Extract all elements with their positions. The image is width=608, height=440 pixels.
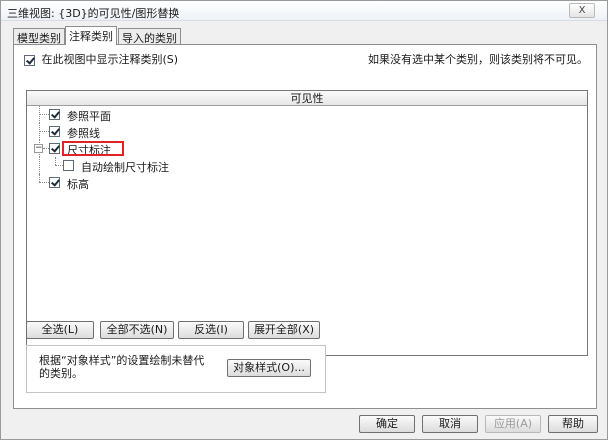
visibility-graphics-dialog: 三维视图: {3D}的可见性/图形替换 X 模型类别 注释类别 导入的类别 在此… — [0, 0, 608, 440]
close-button[interactable]: X — [569, 3, 595, 18]
object-styles-group: 根据“对象样式”的设置绘制未替代的类别。 对象样式(O)... — [26, 345, 326, 393]
tree-line — [39, 182, 49, 183]
tree-row-reference-planes[interactable]: 参照平面 — [27, 106, 587, 123]
collapse-icon[interactable]: − — [34, 144, 43, 153]
annotation-categories-panel: 在此视图中显示注释类别(S) 如果没有选中某个类别，则该类别将不可见。 可见性 … — [13, 44, 597, 409]
close-icon: X — [578, 5, 586, 16]
dimensions-checkbox[interactable] — [49, 143, 60, 154]
levels-checkbox[interactable] — [49, 177, 60, 188]
tree-row-auto-dimensions[interactable]: 自动绘制尺寸标注 — [27, 157, 587, 174]
window-title: 三维视图: {3D}的可见性/图形替换 — [7, 7, 180, 20]
tab-model-categories[interactable]: 模型类别 — [13, 28, 65, 45]
levels-label: 标高 — [67, 178, 89, 191]
invert-selection-button[interactable]: 反选(I) — [178, 321, 244, 339]
tree-row-reference-lines[interactable]: 参照线 — [27, 123, 587, 140]
tab-annotation-categories[interactable]: 注释类别 — [65, 26, 117, 45]
tab-imported-categories[interactable]: 导入的类别 — [118, 28, 181, 45]
reference-planes-label: 参照平面 — [67, 110, 111, 123]
tree-line — [39, 131, 49, 132]
tree-line — [39, 174, 40, 182]
ok-button[interactable]: 确定 — [359, 415, 415, 433]
auto-dimensions-label: 自动绘制尺寸标注 — [81, 161, 169, 174]
visibility-tree: 可见性 参照平面 参照线 − 尺寸标注 自动绘制尺寸标注 标高 — [26, 90, 588, 356]
expand-all-button[interactable]: 展开全部(X) — [248, 321, 320, 339]
reference-planes-checkbox[interactable] — [49, 109, 60, 120]
help-button[interactable]: 帮助 — [548, 415, 598, 433]
apply-button[interactable]: 应用(A) — [485, 415, 541, 433]
auto-dimensions-checkbox[interactable] — [63, 160, 74, 171]
visibility-hint: 如果没有选中某个类别，则该类别将不可见。 — [368, 53, 588, 66]
reference-lines-label: 参照线 — [67, 127, 100, 140]
tree-row-levels[interactable]: 标高 — [27, 174, 587, 191]
tree-row-dimensions[interactable]: − 尺寸标注 — [27, 140, 587, 157]
tree-line — [55, 165, 63, 166]
dialog-footer: 确定 取消 应用(A) 帮助 — [1, 411, 607, 439]
show-annotation-categories[interactable]: 在此视图中显示注释类别(S) — [24, 51, 178, 67]
cancel-button[interactable]: 取消 — [422, 415, 478, 433]
highlight-box — [62, 141, 124, 156]
title-bar: 三维视图: {3D}的可见性/图形替换 X — [1, 1, 607, 21]
tree-line — [55, 157, 56, 165]
tree-line — [39, 157, 40, 174]
tab-label: 注释类别 — [69, 30, 113, 43]
reference-lines-checkbox[interactable] — [49, 126, 60, 137]
select-all-button[interactable]: 全选(L) — [26, 321, 94, 339]
tree-line — [39, 114, 49, 115]
show-annotation-categories-checkbox[interactable] — [24, 54, 35, 66]
visibility-column-header[interactable]: 可见性 — [27, 91, 587, 106]
object-styles-button[interactable]: 对象样式(O)... — [227, 359, 311, 377]
select-none-button[interactable]: 全部不选(N) — [100, 321, 174, 339]
show-annotation-categories-label: 在此视图中显示注释类别(S) — [41, 53, 179, 66]
object-styles-description: 根据“对象样式”的设置绘制未替代的类别。 — [39, 354, 205, 380]
